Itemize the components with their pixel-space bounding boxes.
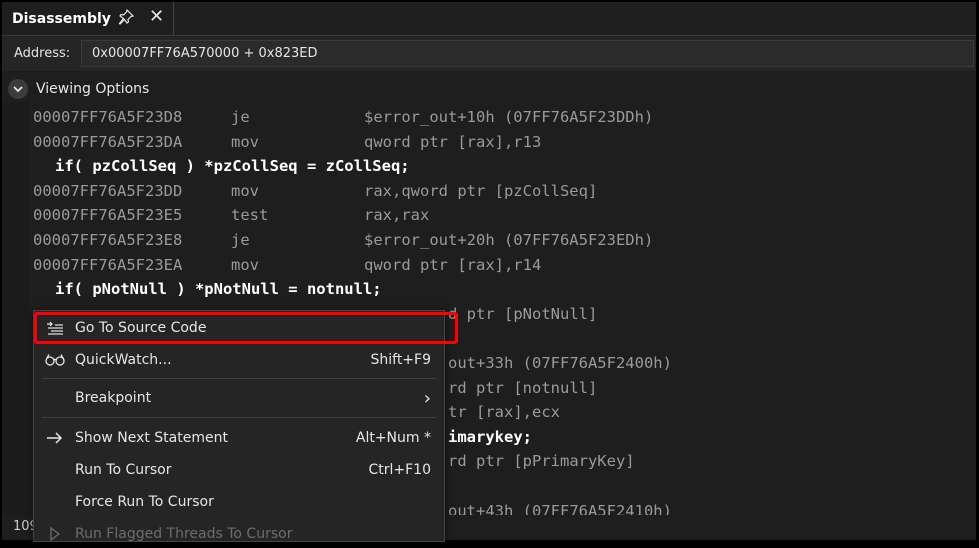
menu-item-show-next-statement[interactable]: Show Next Statement Alt+Num * xyxy=(34,424,444,452)
source-text: if( pzCollSeq ) *pzCollSeq = zCollSeq; xyxy=(55,157,410,176)
highlight-box xyxy=(34,312,458,344)
glasses-icon xyxy=(44,351,66,369)
asm-line[interactable]: 00007FF76A5F23E8 je $error_out+20h (07FF76… xyxy=(33,228,963,253)
asm-operands: qword ptr [rax],r14 xyxy=(364,255,542,274)
close-icon[interactable]: ✕ xyxy=(149,8,164,26)
asm-address: 00007FF76A5F23E8 xyxy=(33,230,183,249)
menu-item-label: Run Flagged Threads To Cursor xyxy=(75,526,293,542)
arrow-right-icon xyxy=(44,429,66,447)
asm-address: 00007FF76A5F23D8 xyxy=(33,108,183,126)
menu-item-label: Breakpoint xyxy=(75,390,152,406)
asm-mnemonic: je xyxy=(231,230,250,249)
asm-line[interactable]: 00007FF76A5F23DA mov qword ptr [rax],r13 xyxy=(33,130,963,155)
asm-address: 00007FF76A5F23EA xyxy=(33,255,183,274)
asm-line[interactable]: 00007FF76A5F23E5 test rax,rax xyxy=(33,203,963,228)
menu-item-shortcut: Ctrl+F10 xyxy=(368,462,431,478)
menu-item-shortcut: Shift+F9 xyxy=(370,352,431,368)
editor-gutter[interactable] xyxy=(2,102,29,515)
asm-mnemonic: test xyxy=(231,206,269,225)
source-line[interactable]: if( pNotNull ) *pNotNull = notnull; xyxy=(33,277,963,302)
asm-mnemonic: je xyxy=(231,108,250,126)
viewing-options-label: Viewing Options xyxy=(36,81,150,97)
menu-item-quickwatch[interactable]: QuickWatch... Shift+F9 xyxy=(34,346,444,374)
menu-item-label: Show Next Statement xyxy=(75,430,228,446)
chevron-down-icon xyxy=(8,79,28,99)
tab-disassembly[interactable]: Disassembly ✕ xyxy=(2,2,174,35)
address-bar: Address: xyxy=(2,37,976,71)
address-input[interactable] xyxy=(81,40,974,67)
asm-address: 00007FF76A5F23E5 xyxy=(33,206,183,225)
asm-address: 00007FF76A5F23DA xyxy=(33,132,183,151)
pin-icon[interactable] xyxy=(118,8,135,25)
menu-item-label: Force Run To Cursor xyxy=(75,494,214,510)
asm-operands: $error_out+20h (07FF76A5F23EDh) xyxy=(364,230,654,249)
asm-address: 00007FF76A5F23DD xyxy=(33,181,183,200)
tab-bar: Disassembly ✕ xyxy=(2,2,976,36)
source-text: if( pNotNull ) *pNotNull = notnull; xyxy=(55,280,382,299)
menu-item-shortcut: Alt+Num * xyxy=(355,430,431,446)
asm-operands: $error_out+10h (07FF76A5F23DDh) xyxy=(364,108,654,126)
asm-line[interactable]: 00007FF76A5F23EA mov qword ptr [rax],r14 xyxy=(33,253,963,278)
asm-mnemonic: mov xyxy=(231,181,259,200)
menu-item-force-run-to-cursor[interactable]: Force Run To Cursor xyxy=(34,488,444,516)
menu-item-label: Run To Cursor xyxy=(75,462,172,478)
source-line[interactable]: if( pzCollSeq ) *pzCollSeq = zCollSeq; xyxy=(33,154,963,179)
address-label: Address: xyxy=(14,46,71,61)
flag-run-icon xyxy=(44,525,66,543)
menu-separator xyxy=(42,417,436,418)
asm-operands: qword ptr [rax],r13 xyxy=(364,132,542,151)
asm-mnemonic: mov xyxy=(231,255,259,274)
chevron-right-icon: › xyxy=(423,387,431,409)
asm-line[interactable]: 00007FF76A5F23D8 je $error_out+10h (07FF76… xyxy=(33,105,963,130)
menu-item-run-flagged-threads[interactable]: Run Flagged Threads To Cursor xyxy=(34,520,444,548)
menu-item-breakpoint[interactable]: Breakpoint › xyxy=(34,384,444,412)
asm-line[interactable]: 00007FF76A5F23DD mov rax,qword ptr [pzColl… xyxy=(33,179,963,204)
menu-item-label: QuickWatch... xyxy=(75,352,172,368)
context-menu: Go To Source Code QuickWatch... Shift+F9… xyxy=(33,310,445,542)
tab-title: Disassembly xyxy=(12,10,111,27)
menu-separator xyxy=(42,378,436,379)
viewing-options-toggle[interactable]: Viewing Options xyxy=(8,78,149,100)
menu-item-run-to-cursor[interactable]: Run To Cursor Ctrl+F10 xyxy=(34,456,444,484)
asm-operands: rax,rax xyxy=(364,206,430,225)
asm-operands: rax,qword ptr [pzCollSeq] xyxy=(364,181,598,200)
asm-mnemonic: mov xyxy=(231,132,259,151)
